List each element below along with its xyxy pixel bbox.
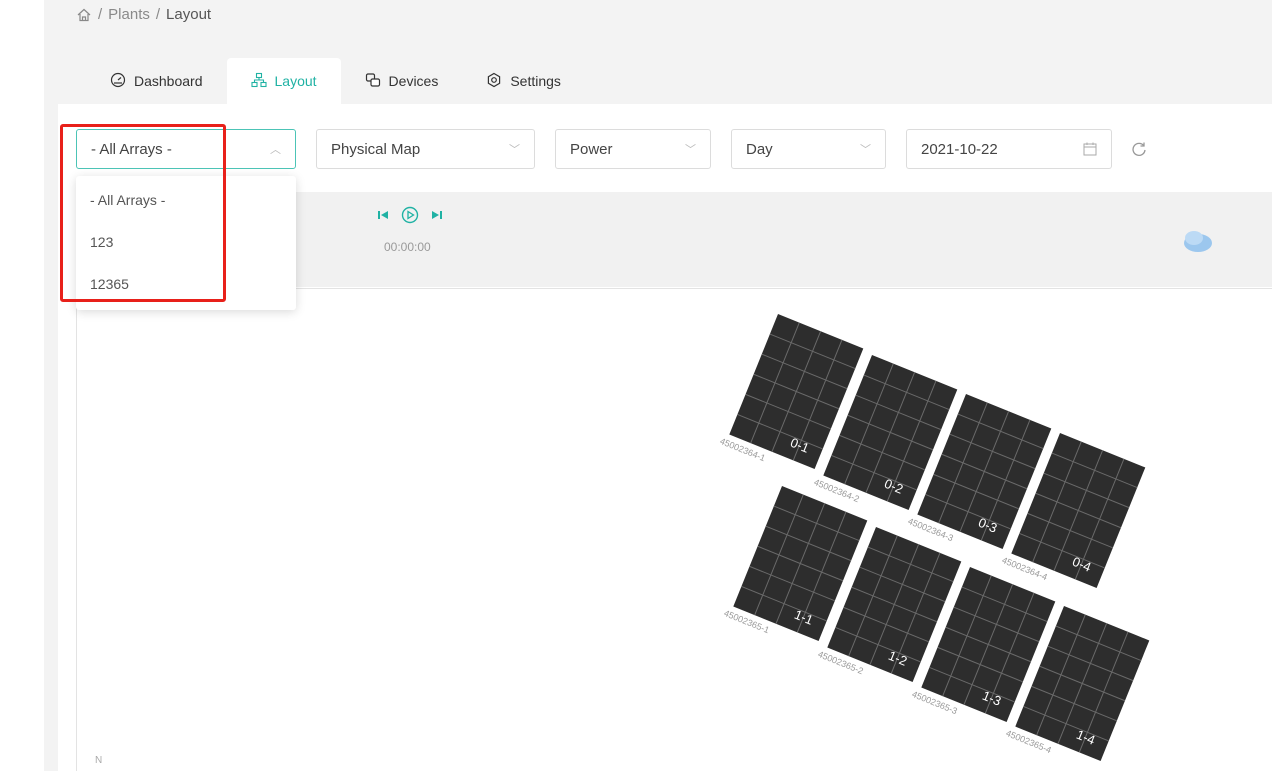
tab-layout[interactable]: Layout	[226, 58, 341, 104]
compass-label: N	[95, 755, 103, 766]
devices-icon	[365, 72, 381, 91]
period-value: Day	[746, 140, 773, 158]
period-select[interactable]: Day ﹀	[731, 129, 886, 169]
tab-bar: Dashboard Layout Devices Settings	[86, 58, 585, 104]
tab-label: Layout	[274, 73, 317, 89]
breadcrumb-plants[interactable]: Plants	[108, 6, 150, 23]
chevron-down-icon: ﹀	[509, 144, 520, 156]
cloud-icon	[1180, 228, 1214, 254]
breadcrumb-current: Layout	[166, 6, 212, 23]
calendar-icon	[1083, 142, 1097, 156]
tab-dashboard[interactable]: Dashboard	[86, 58, 227, 104]
chevron-down-icon: ﹀	[685, 144, 696, 156]
array-dropdown-menu: - All Arrays - 123 12365	[76, 176, 296, 310]
skip-back-icon[interactable]	[377, 209, 389, 221]
metric-select[interactable]: Power ﹀	[555, 129, 711, 169]
tab-devices[interactable]: Devices	[341, 58, 463, 104]
array-select-value: - All Arrays -	[91, 140, 172, 158]
breadcrumb-separator: /	[155, 6, 161, 23]
date-value: 2021-10-22	[921, 140, 998, 158]
tab-label: Dashboard	[134, 73, 203, 89]
map-type-value: Physical Map	[331, 140, 421, 158]
dropdown-option[interactable]: - All Arrays -	[90, 192, 165, 208]
breadcrumb-separator: /	[98, 6, 103, 23]
skip-forward-icon[interactable]	[431, 209, 443, 221]
refresh-icon[interactable]	[1130, 140, 1148, 158]
physical-layout-canvas: 0-145002364-10-245002364-20-345002364-30…	[718, 314, 1150, 761]
playback-time: 00:00:00	[384, 240, 431, 254]
tab-settings[interactable]: Settings	[462, 58, 585, 104]
dashboard-icon	[110, 72, 126, 91]
date-picker[interactable]: 2021-10-22	[906, 129, 1112, 169]
array-select[interactable]: - All Arrays - ︿	[76, 129, 296, 169]
play-icon[interactable]	[401, 206, 419, 224]
metric-value: Power	[570, 140, 613, 158]
chevron-down-icon: ﹀	[860, 144, 871, 156]
tab-label: Settings	[510, 73, 561, 89]
canvas-border	[76, 288, 77, 771]
dropdown-option[interactable]: 12365	[90, 276, 129, 292]
playback-controls	[377, 206, 443, 224]
map-type-select[interactable]: Physical Map ﹀	[316, 129, 535, 169]
settings-icon	[486, 72, 502, 91]
chevron-up-icon: ︿	[270, 144, 281, 156]
layout-icon	[250, 72, 267, 91]
tab-label: Devices	[388, 73, 439, 89]
dropdown-option[interactable]: 123	[90, 234, 113, 250]
home-icon[interactable]	[76, 7, 92, 23]
breadcrumb: / Plants / Layout	[76, 6, 211, 23]
